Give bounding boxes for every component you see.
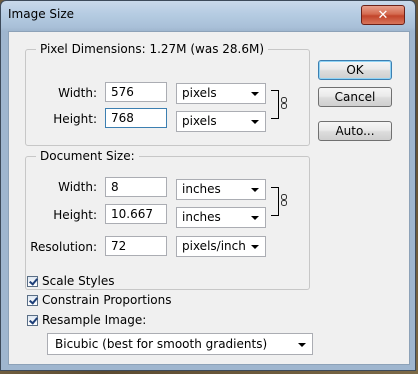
chain-link-icon — [281, 97, 287, 109]
doc-width-unit-value: inches — [182, 182, 221, 196]
constrain-proportions-label: Constrain Proportions — [42, 293, 172, 307]
chevron-down-icon — [251, 188, 259, 192]
scale-styles-label: Scale Styles — [42, 274, 115, 288]
doc-height-input[interactable]: 10.667 — [105, 204, 167, 224]
doc-constrain-bracket — [271, 187, 279, 216]
close-button[interactable]: ✕ — [361, 5, 405, 25]
dialog-body: Pixel Dimensions: 1.27M (was 28.6M) Widt… — [8, 31, 410, 365]
doc-width-label: Width: — [58, 180, 97, 194]
resolution-input[interactable]: 72 — [105, 236, 167, 256]
pixel-dimensions-legend: Pixel Dimensions: 1.27M (was 28.6M) — [36, 42, 269, 56]
dialog-title: Image Size — [8, 7, 75, 21]
pixel-height-label: Height: — [53, 112, 97, 126]
chevron-down-icon — [298, 343, 306, 347]
pixel-width-unit-select[interactable]: pixels — [176, 83, 266, 104]
scale-styles-checkbox[interactable]: Scale Styles — [27, 274, 115, 288]
chain-link-icon — [281, 194, 287, 206]
doc-width-input[interactable]: 8 — [105, 177, 167, 197]
resample-image-checkbox[interactable]: Resample Image: — [27, 313, 146, 327]
checkbox-checked-icon — [27, 294, 38, 306]
constrain-proportions-checkbox[interactable]: Constrain Proportions — [27, 293, 172, 307]
pixel-width-label: Width: — [58, 86, 97, 100]
resample-method-select[interactable]: Bicubic (best for smooth gradients) — [47, 333, 313, 355]
pixel-height-input[interactable]: 768 — [105, 108, 167, 128]
pixel-constrain-bracket — [271, 90, 279, 119]
pixel-width-unit-value: pixels — [182, 86, 217, 100]
image-size-dialog: Image Size ✕ Pixel Dimensions: 1.27M (wa… — [0, 0, 416, 371]
chevron-down-icon — [251, 245, 259, 249]
resample-method-value: Bicubic (best for smooth gradients) — [55, 337, 268, 351]
doc-height-unit-value: inches — [182, 210, 221, 224]
close-icon: ✕ — [377, 7, 389, 23]
ok-button[interactable]: OK — [318, 60, 392, 80]
document-size-legend: Document Size: — [36, 149, 139, 163]
document-size-group: Document Size: — [25, 149, 310, 290]
doc-width-unit-select[interactable]: inches — [176, 179, 266, 200]
pixel-height-unit-select[interactable]: pixels — [176, 111, 266, 132]
checkbox-checked-icon — [27, 275, 38, 287]
checkbox-checked-icon — [27, 314, 38, 326]
doc-height-label: Height: — [53, 208, 97, 222]
pixel-height-unit-value: pixels — [182, 114, 217, 128]
pixel-width-input[interactable]: 576 — [105, 82, 167, 102]
chevron-down-icon — [251, 92, 259, 96]
resolution-unit-select[interactable]: pixels/inch — [176, 236, 266, 257]
chevron-down-icon — [251, 216, 259, 220]
resample-image-label: Resample Image: — [42, 313, 147, 327]
cancel-button[interactable]: Cancel — [318, 87, 392, 107]
resolution-unit-value: pixels/inch — [182, 239, 246, 253]
auto-button[interactable]: Auto... — [318, 121, 392, 141]
doc-height-unit-select[interactable]: inches — [176, 207, 266, 228]
chevron-down-icon — [251, 120, 259, 124]
resolution-label: Resolution: — [30, 240, 97, 254]
